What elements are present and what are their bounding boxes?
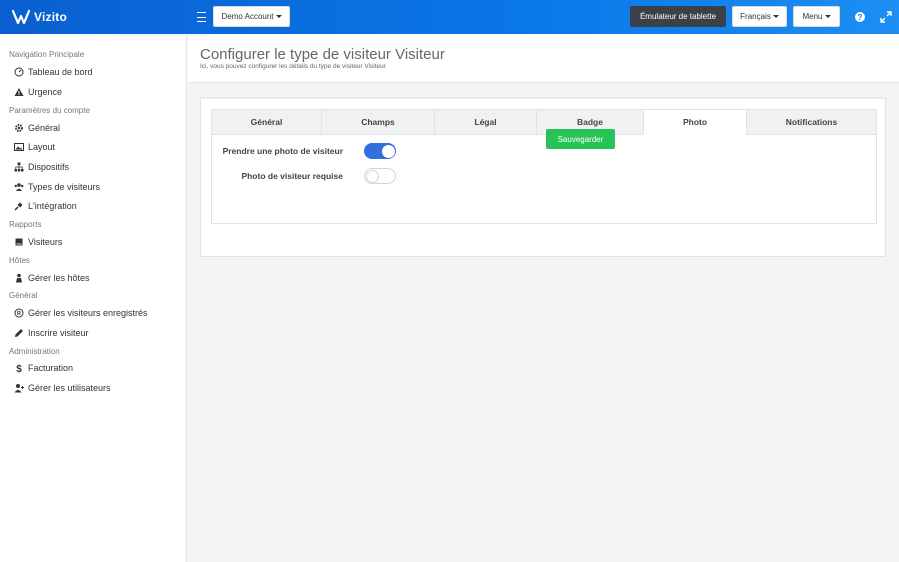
users-icon — [14, 183, 24, 191]
sidebar-section-title: Hôtes — [9, 256, 30, 265]
expand-icon[interactable] — [880, 11, 892, 23]
sidebar-item-registered-visitors[interactable]: R Gérer les visiteurs enregistrés — [14, 306, 148, 320]
chevron-down-icon — [824, 15, 831, 18]
chevron-down-icon — [275, 15, 282, 18]
tab-label: Photo — [682, 117, 708, 127]
sidebar-item-label: Urgence — [28, 87, 63, 97]
logo-text: Vizito — [34, 10, 67, 24]
svg-text:R: R — [17, 311, 21, 317]
help-icon[interactable]: ? — [854, 11, 866, 23]
page-header: Configurer le type de visiteur Visiteur … — [188, 34, 899, 83]
sitemap-icon — [14, 162, 24, 172]
photo-required-label: Photo de visiteur requise — [241, 171, 343, 181]
sidebar-item-emergency[interactable]: Urgence — [14, 85, 62, 99]
take-photo-toggle[interactable] — [364, 143, 396, 159]
sidebar-item-label: Général — [28, 123, 61, 133]
sidebar-item-layout[interactable]: Layout — [14, 140, 55, 154]
top-header: Vizito Demo Account Émulateur de tablett… — [0, 0, 899, 34]
toggle-knob — [381, 144, 395, 158]
photo-tab-pane: Prendre une photo de visiteur Photo de v… — [211, 135, 877, 224]
sidebar-item-manage-users[interactable]: Gérer les utilisateurs — [14, 381, 111, 395]
registered-icon: R — [14, 308, 24, 318]
host-icon — [16, 273, 22, 283]
sidebar-item-label: L'intégration — [28, 201, 77, 211]
sidebar-item-billing[interactable]: $ Facturation — [14, 361, 73, 375]
tab-general[interactable]: Général — [211, 109, 322, 135]
sidebar-item-label: Facturation — [28, 363, 74, 373]
language-label: Français — [740, 12, 771, 21]
sidebar-item-label: Layout — [28, 142, 56, 152]
sidebar-item-label: Gérer les hôtes — [28, 273, 90, 283]
sidebar-item-label: Inscrire visiteur — [28, 328, 89, 338]
page-subtitle: Ici, vous pouvez configurer les détails … — [200, 63, 386, 70]
svg-text:$: $ — [16, 364, 22, 373]
tab-label: Champs — [361, 117, 395, 127]
tab-legal[interactable]: Légal — [434, 109, 537, 135]
tab-bar: Général Champs Légal Badge Photo Notific… — [211, 109, 877, 135]
user-plus-icon — [14, 384, 24, 393]
account-label: Demo Account — [221, 12, 274, 21]
sidebar-item-hosts[interactable]: Gérer les hôtes — [14, 271, 90, 285]
sidebar-item-devices[interactable]: Dispositifs — [14, 160, 69, 174]
plug-icon — [14, 202, 23, 211]
toggle-knob — [366, 169, 379, 183]
sidebar-item-label: Gérer les utilisateurs — [28, 383, 111, 393]
pencil-icon — [15, 329, 23, 337]
sidebar-item-visitor-types[interactable]: Types de visiteurs — [14, 180, 100, 194]
save-label: Sauvegarder — [557, 134, 604, 144]
sidebar-section-title: Administration — [9, 347, 60, 356]
tab-label: Notifications — [785, 117, 838, 127]
tab-photo[interactable]: Photo — [643, 109, 747, 135]
gear-icon — [15, 124, 23, 132]
tab-label: Badge — [577, 117, 603, 127]
tab-label: Général — [250, 117, 283, 127]
tablet-emulator-button[interactable]: Émulateur de tablette — [630, 6, 726, 27]
tablet-emulator-label: Émulateur de tablette — [639, 12, 717, 21]
sidebar-section-title: Navigation Principale — [9, 50, 85, 59]
sidebar-item-visitors[interactable]: Visiteurs — [14, 235, 62, 249]
sidebar-item-label: Visiteurs — [28, 237, 63, 247]
image-icon — [14, 143, 24, 151]
svg-text:?: ? — [858, 13, 863, 22]
sidebar-section-title: Général — [9, 291, 38, 300]
sidebar: Navigation Principale Tableau de bord Ur… — [0, 34, 187, 562]
tab-notifications[interactable]: Notifications — [746, 109, 877, 135]
sidebar-item-register-visitor[interactable]: Inscrire visiteur — [14, 326, 89, 340]
visitor-type-config-card: Général Champs Légal Badge Photo Notific… — [200, 97, 886, 257]
photo-required-toggle[interactable] — [364, 168, 396, 184]
dollar-icon: $ — [16, 364, 22, 373]
account-dropdown[interactable]: Demo Account — [213, 6, 290, 27]
sidebar-item-integration[interactable]: L'intégration — [14, 199, 77, 213]
sidebar-item-label: Tableau de bord — [28, 67, 93, 77]
hamburger-icon[interactable] — [194, 10, 208, 24]
take-photo-label: Prendre une photo de visiteur — [222, 146, 343, 156]
vizito-logo-icon — [12, 9, 30, 25]
sidebar-item-label: Gérer les visiteurs enregistrés — [28, 308, 148, 318]
sidebar-item-dashboard[interactable]: Tableau de bord — [14, 65, 93, 79]
warning-icon — [14, 88, 24, 96]
sidebar-item-label: Dispositifs — [28, 162, 70, 172]
page-title: Configurer le type de visiteur Visiteur — [200, 46, 445, 63]
dashboard-icon — [14, 67, 24, 77]
sidebar-item-label: Types de visiteurs — [28, 182, 101, 192]
sidebar-section-title: Paramètres du compte — [9, 106, 90, 115]
menu-label: Menu — [802, 12, 823, 21]
chevron-down-icon — [772, 15, 779, 18]
save-button[interactable]: Sauvegarder — [546, 129, 615, 149]
menu-dropdown[interactable]: Menu — [793, 6, 840, 27]
sidebar-section-title: Rapports — [9, 220, 42, 229]
language-dropdown[interactable]: Français — [732, 6, 787, 27]
sidebar-item-general[interactable]: Général — [14, 121, 60, 135]
book-icon — [15, 238, 23, 246]
tab-label: Légal — [474, 117, 497, 127]
logo[interactable]: Vizito — [12, 9, 67, 25]
tab-fields[interactable]: Champs — [321, 109, 435, 135]
